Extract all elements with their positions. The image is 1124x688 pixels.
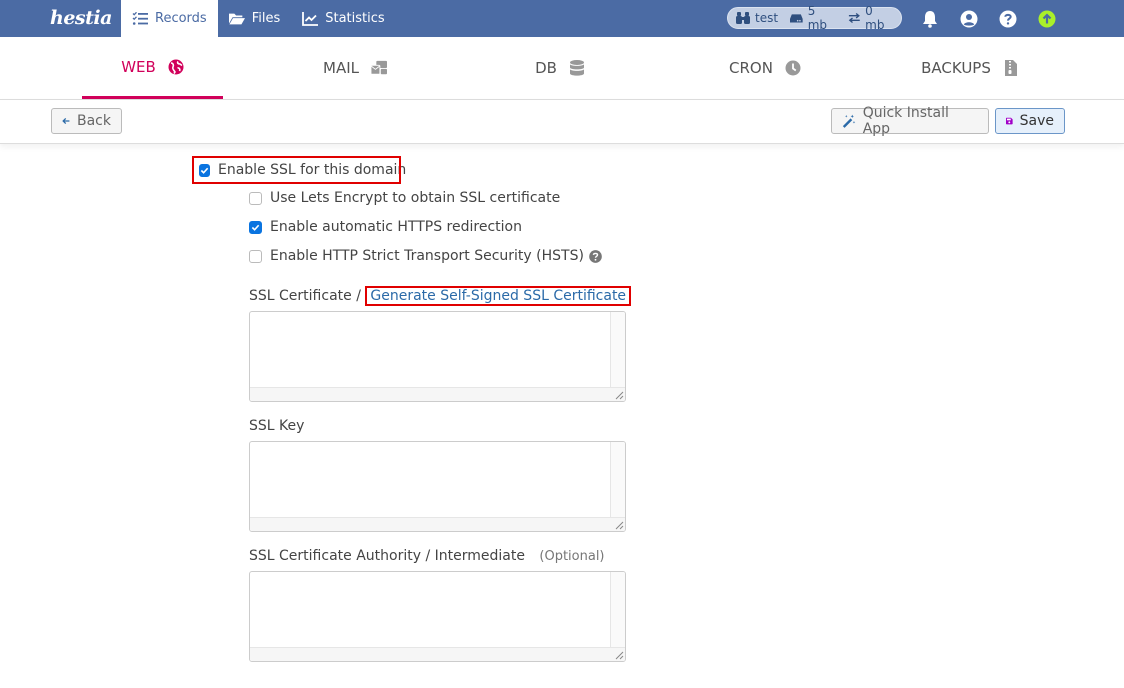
question-circle-icon: [999, 10, 1017, 27]
top-nav-files-label: Files: [251, 11, 281, 26]
horizontal-scrollbar[interactable]: [250, 387, 625, 401]
https-redirect-checkbox[interactable]: [249, 220, 262, 234]
hsts-row: Enable HTTP Strict Transport Security (H…: [249, 247, 602, 265]
ssl-certificate-label: SSL Certificate / Generate Self-Signed S…: [249, 286, 632, 306]
tab-mail-label: MAIL: [323, 59, 359, 77]
hsts-label[interactable]: Enable HTTP Strict Transport Security (H…: [270, 248, 584, 264]
https-redirect-label[interactable]: Enable automatic HTTPS redirection: [270, 219, 522, 235]
folder-open-icon: [228, 13, 245, 24]
save-button[interactable]: Save: [995, 108, 1065, 134]
database-icon: [569, 60, 584, 76]
arrow-up-circle-icon: [1038, 10, 1056, 27]
https-redirect-row: Enable automatic HTTPS redirection: [249, 218, 522, 236]
top-nav-files[interactable]: Files: [218, 0, 292, 37]
quick-install-app-label: Quick Install App: [862, 105, 949, 137]
usage-user: test: [736, 11, 778, 25]
tab-web-label: WEB: [121, 57, 156, 76]
list-check-icon: [132, 11, 148, 25]
checkmark-icon: [200, 167, 209, 174]
lets-encrypt-label[interactable]: Use Lets Encrypt to obtain SSL certifica…: [270, 190, 560, 206]
resize-grip-icon[interactable]: [612, 518, 624, 530]
optional-hint: (Optional): [539, 549, 605, 564]
ssl-ca-label-text: SSL Certificate Authority / Intermediate: [249, 548, 525, 564]
enable-ssl-row: Enable SSL for this domain: [192, 156, 406, 184]
resize-grip-icon[interactable]: [612, 388, 624, 400]
tab-backups-label: BACKUPS: [921, 59, 991, 77]
ssl-ca-textarea[interactable]: [249, 571, 626, 662]
quick-install-app-button[interactable]: Quick Install App: [831, 105, 989, 137]
checkmark-icon: [251, 224, 260, 231]
tab-web[interactable]: WEB: [82, 37, 223, 99]
tab-cron-label: CRON: [729, 59, 773, 77]
notifications-button[interactable]: [920, 9, 940, 29]
file-archive-icon: [1004, 60, 1017, 76]
ssl-certificate-label-text: SSL Certificate /: [249, 288, 361, 304]
tab-cron[interactable]: CRON: [715, 37, 815, 99]
question-circle-icon[interactable]: [589, 249, 602, 263]
tab-backups[interactable]: BACKUPS: [905, 37, 1035, 99]
action-toolbar: Back Quick Install App Save: [0, 100, 1124, 144]
mail-bulk-icon: [370, 60, 387, 75]
arrow-left-icon: [62, 117, 70, 125]
ssl-ca-label: SSL Certificate Authority / Intermediate…: [249, 548, 605, 564]
horizontal-scrollbar[interactable]: [250, 647, 625, 661]
top-nav: Records Files Statistics: [121, 0, 396, 37]
hdd-icon: [790, 14, 803, 23]
ssl-certificate-textarea[interactable]: [249, 311, 626, 402]
usage-user-label: test: [755, 11, 779, 25]
tab-db-label: DB: [535, 59, 557, 77]
usage-bandwidth-value: 0 mb: [865, 4, 885, 32]
clock-icon: [785, 60, 801, 76]
chart-line-icon: [302, 11, 319, 26]
magic-wand-icon: [842, 114, 856, 128]
usage-bandwidth: 0 mb: [848, 4, 893, 32]
top-nav-statistics-label: Statistics: [325, 11, 385, 26]
lets-encrypt-row: Use Lets Encrypt to obtain SSL certifica…: [249, 189, 560, 207]
lets-encrypt-checkbox[interactable]: [249, 191, 262, 205]
back-button[interactable]: Back: [51, 108, 122, 134]
back-button-label: Back: [77, 113, 111, 129]
help-button[interactable]: [998, 9, 1018, 29]
exchange-icon: [848, 12, 860, 24]
bell-icon: [923, 10, 937, 28]
horizontal-scrollbar[interactable]: [250, 517, 625, 531]
enable-ssl-checkbox[interactable]: [199, 163, 210, 177]
resize-grip-icon[interactable]: [612, 648, 624, 660]
top-nav-records[interactable]: Records: [121, 0, 218, 37]
usage-disk: 5 mb: [790, 4, 835, 32]
tab-db[interactable]: DB: [515, 37, 605, 99]
ssl-key-label: SSL Key: [249, 418, 305, 434]
binoculars-icon: [736, 12, 750, 24]
updates-button[interactable]: [1037, 9, 1057, 29]
floppy-disk-icon: [1006, 117, 1013, 125]
usage-disk-value: 5 mb: [807, 4, 828, 32]
top-icons: [920, 0, 1076, 37]
generate-self-signed-link[interactable]: Generate Self-Signed SSL Certificate: [365, 286, 632, 306]
hestia-logo[interactable]: hestia: [50, 4, 112, 32]
globe-icon: [168, 59, 184, 74]
user-circle-icon: [960, 10, 978, 27]
enable-ssl-label[interactable]: Enable SSL for this domain: [218, 162, 406, 178]
user-menu-button[interactable]: [959, 9, 979, 29]
tab-mail[interactable]: MAIL: [300, 37, 410, 99]
hsts-checkbox[interactable]: [249, 249, 262, 263]
save-button-label: Save: [1019, 113, 1054, 129]
ssl-key-textarea[interactable]: [249, 441, 626, 532]
top-navigation-bar: hestia Records Files Statistics test 5 m…: [0, 0, 1124, 37]
usage-summary: test 5 mb 0 mb: [727, 4, 902, 32]
section-tabs: WEB MAIL DB CRON BACKUPS: [0, 37, 1124, 100]
top-nav-statistics[interactable]: Statistics: [291, 0, 395, 37]
top-nav-records-label: Records: [155, 11, 207, 26]
